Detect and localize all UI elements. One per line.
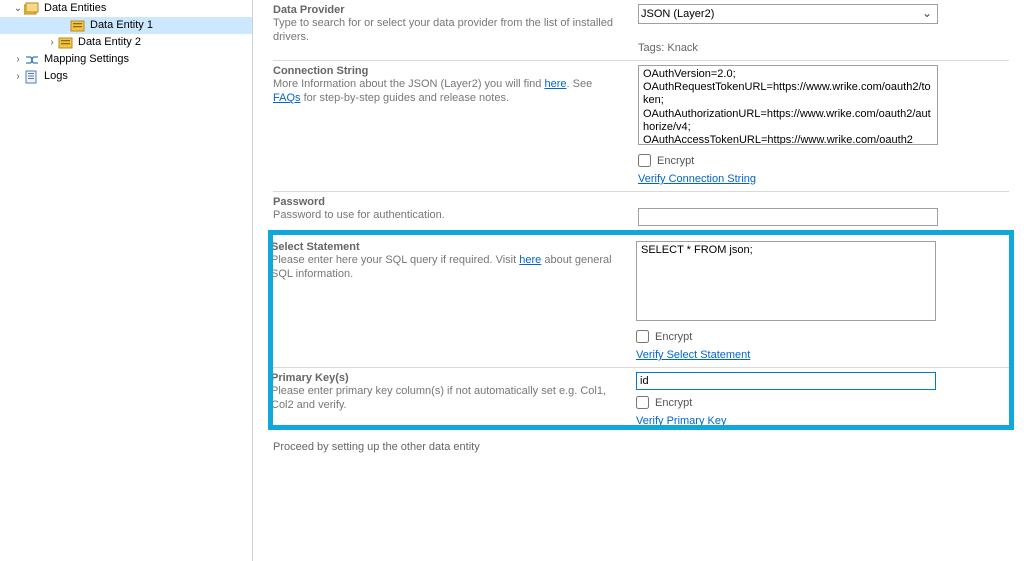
highlight-group: Select Statement Please enter here your … [271, 233, 1011, 427]
field-password: Password Password to use for authenticat… [273, 192, 1009, 233]
field-title: Data Provider [273, 4, 618, 16]
expander-icon[interactable]: › [12, 51, 24, 68]
connection-string-textarea[interactable]: OAuthVersion=2.0; OAuthRequestTokenURL=h… [638, 65, 938, 145]
field-title: Password [273, 196, 618, 208]
field-help: More Information about the JSON (Layer2)… [273, 77, 618, 106]
expander-icon[interactable]: › [12, 68, 24, 85]
encrypt-checkbox[interactable] [638, 154, 651, 167]
main-panel: Data Provider Type to search for or sele… [253, 0, 1024, 561]
verify-select-link[interactable]: Verify Select Statement [636, 349, 750, 361]
proceed-hint: Proceed by setting up the other data ent… [273, 427, 1009, 453]
field-help: Type to search for or select your data p… [273, 16, 618, 45]
tags-value: Knack [667, 42, 698, 54]
entity-icon [58, 36, 74, 50]
field-help: Please enter here your SQL query if requ… [271, 253, 616, 282]
mapping-icon [24, 53, 40, 67]
field-help: Please enter primary key column(s) if no… [271, 384, 616, 413]
data-provider-select[interactable]: JSON (Layer2) [638, 4, 938, 24]
here-link[interactable]: here [544, 78, 566, 90]
expander-icon[interactable]: ⌄ [12, 0, 24, 17]
field-title: Primary Key(s) [271, 372, 616, 384]
encrypt-checkbox[interactable] [636, 330, 649, 343]
tree-node-entity2[interactable]: › Data Entity 2 [0, 34, 252, 51]
tree-label: Data Entity 1 [90, 17, 153, 34]
encrypt-row: Encrypt [636, 396, 1011, 409]
tree-node-data-entities[interactable]: ⌄ Data Entities [0, 0, 252, 17]
field-help: Password to use for authentication. [273, 208, 618, 222]
encrypt-row: Encrypt [638, 154, 1009, 167]
encrypt-label: Encrypt [655, 331, 692, 343]
verify-primary-key-link[interactable]: Verify Primary Key [636, 415, 726, 427]
tree-label: Data Entities [44, 0, 106, 17]
tree-label: Data Entity 2 [78, 34, 141, 51]
entity-icon [70, 19, 86, 33]
logs-icon [24, 70, 40, 84]
field-data-provider: Data Provider Type to search for or sele… [273, 0, 1009, 61]
faqs-link[interactable]: FAQs [273, 92, 301, 104]
here-link[interactable]: here [519, 254, 541, 266]
encrypt-label: Encrypt [655, 397, 692, 409]
expander-icon[interactable]: › [46, 34, 58, 51]
encrypt-row: Encrypt [636, 330, 1011, 343]
tree-node-entity1[interactable]: Data Entity 1 [0, 17, 252, 34]
field-title: Connection String [273, 65, 618, 77]
encrypt-label: Encrypt [657, 155, 694, 167]
select-statement-textarea[interactable]: SELECT * FROM json; [636, 241, 936, 321]
app-root: ⌄ Data Entities Data Entity 1 › Data Ent… [0, 0, 1024, 561]
field-primary-key: Primary Key(s) Please enter primary key … [271, 368, 1011, 427]
encrypt-checkbox[interactable] [636, 396, 649, 409]
tree-node-logs[interactable]: › Logs [0, 68, 252, 85]
tree-label: Mapping Settings [44, 51, 129, 68]
tags-row: Tags: Knack [638, 24, 1009, 54]
field-title: Select Statement [271, 241, 616, 253]
field-connection-string: Connection String More Information about… [273, 61, 1009, 192]
tree-node-mapping[interactable]: › Mapping Settings [0, 51, 252, 68]
tree-panel: ⌄ Data Entities Data Entity 1 › Data Ent… [0, 0, 253, 561]
folder-stack-icon [24, 2, 40, 16]
password-input[interactable] [638, 208, 938, 226]
field-select-statement: Select Statement Please enter here your … [271, 233, 1011, 368]
verify-connection-link[interactable]: Verify Connection String [638, 173, 756, 185]
tags-label: Tags: [638, 42, 664, 54]
primary-key-input[interactable] [636, 372, 936, 390]
tree-label: Logs [44, 68, 68, 85]
